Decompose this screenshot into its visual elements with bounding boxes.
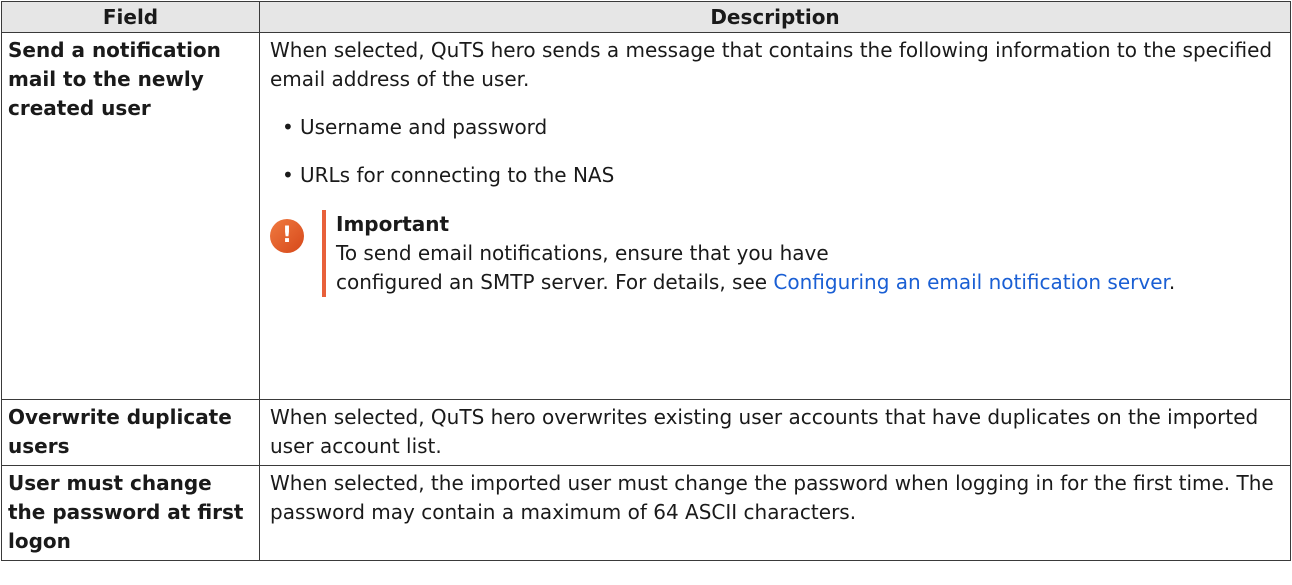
bullet-dot: •	[282, 163, 294, 187]
field-cell: Overwrite duplicate users	[1, 399, 260, 466]
field-cell: User must change the password at first l…	[1, 465, 260, 561]
field-description-table: Field Description Send a notification ma…	[1, 1, 1291, 561]
note-end: .	[1168, 270, 1176, 294]
description-cell: When selected, the imported user must ch…	[259, 465, 1291, 561]
bullet-list: • Username and password • URLs for connect…	[270, 113, 1280, 190]
important-note: ! Important To send email notifications,…	[270, 210, 1280, 297]
bullet-dot: •	[282, 115, 294, 139]
field-cell: Send a notification mail to the newly cr…	[1, 32, 260, 400]
note-line-2: configured an SMTP server. For details, …	[336, 270, 774, 294]
note-text: To send email notifications, ensure that…	[336, 239, 1175, 297]
description-text: When selected, QuTS hero sends a message…	[270, 38, 1273, 91]
description-cell: When selected, QuTS hero sends a message…	[259, 32, 1291, 400]
configuring-email-server-link[interactable]: Configuring an email notification server	[773, 270, 1168, 294]
list-item: • URLs for connecting to the NAS	[270, 161, 1280, 190]
table-row: Overwrite duplicate users When selected,…	[1, 399, 1291, 466]
header-field: Field	[1, 1, 260, 33]
exclamation-icon: !	[270, 219, 304, 253]
table-row: Send a notification mail to the newly cr…	[1, 32, 1291, 400]
note-title: Important	[336, 212, 450, 236]
list-item: • Username and password	[270, 113, 1280, 142]
table-header-row: Field Description	[1, 1, 1291, 33]
header-description: Description	[259, 1, 1291, 33]
list-item-text: Username and password	[300, 115, 548, 139]
table-row: User must change the password at first l…	[1, 465, 1291, 561]
note-body: Important To send email notifications, e…	[322, 210, 1175, 297]
description-cell: When selected, QuTS hero overwrites exis…	[259, 399, 1291, 466]
note-line-1: To send email notifications, ensure that…	[336, 241, 829, 265]
list-item-text: URLs for connecting to the NAS	[300, 163, 615, 187]
